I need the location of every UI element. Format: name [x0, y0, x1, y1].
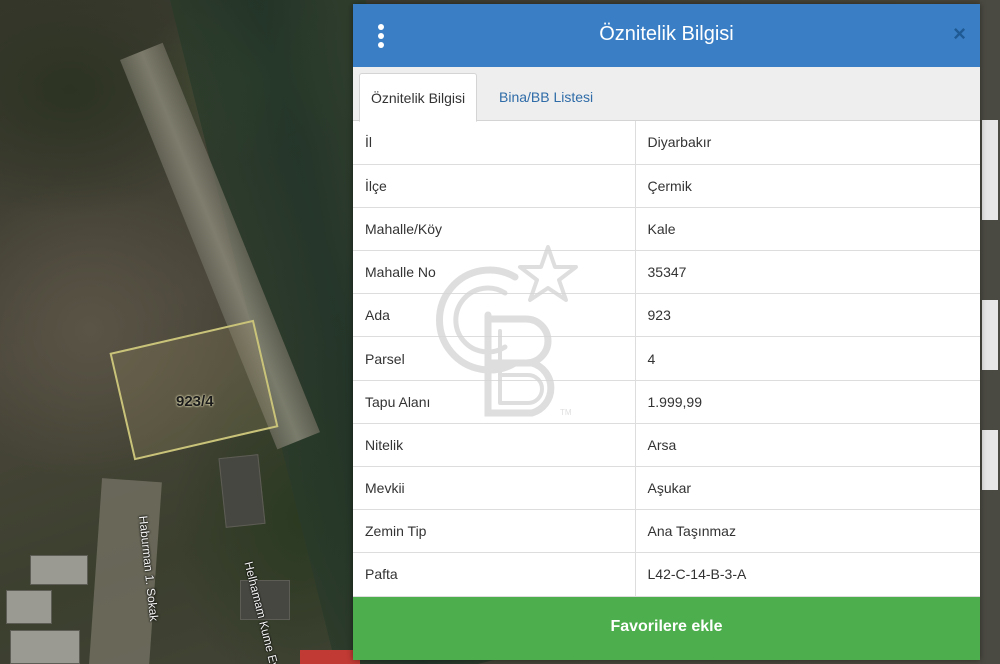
attribute-value: 4 — [635, 336, 980, 381]
attribute-value: 35347 — [635, 250, 980, 295]
add-to-favorites-button[interactable]: Favorilere ekle — [353, 597, 980, 660]
attribute-value: Arsa — [635, 423, 980, 468]
attribute-value: Aşukar — [635, 466, 980, 511]
attribute-key: Parsel — [353, 336, 636, 381]
attribute-value: Kale — [635, 207, 980, 252]
table-row: Nitelik Arsa — [353, 423, 980, 468]
attribute-key: İl — [353, 121, 636, 165]
map-building — [218, 454, 266, 528]
table-row: Mahalle No 35347 — [353, 250, 980, 295]
attribute-value: Ana Taşınmaz — [635, 509, 980, 554]
map-building — [10, 630, 80, 664]
attribute-key: Mahalle No — [353, 250, 636, 295]
attribute-key: Tapu Alanı — [353, 380, 636, 424]
attribute-value: 1.999,99 — [635, 380, 980, 424]
attribute-key: Zemin Tip — [353, 509, 636, 554]
table-row: Tapu Alanı 1.999,99 — [353, 380, 980, 424]
attribute-key: Nitelik — [353, 423, 636, 468]
tab-building-list[interactable]: Bina/BB Listesi — [488, 73, 604, 121]
table-row: Ada 923 — [353, 293, 980, 338]
tab-attribute-info[interactable]: Öznitelik Bilgisi — [359, 73, 478, 122]
tab-bar: Öznitelik Bilgisi Bina/BB Listesi — [353, 67, 980, 122]
parcel-outline[interactable] — [109, 319, 279, 461]
attribute-key: Ada — [353, 293, 636, 338]
attribute-key: İlçe — [353, 164, 636, 208]
map-red-marker — [300, 650, 360, 664]
attribute-key: Pafta — [353, 552, 636, 597]
table-row: Parsel 4 — [353, 336, 980, 381]
dialog-header: Öznitelik Bilgisi × — [353, 4, 980, 67]
attribute-value: L42-C-14-B-3-A — [635, 552, 980, 597]
attribute-key: Mahalle/Köy — [353, 207, 636, 252]
attribute-value: Diyarbakır — [635, 121, 980, 165]
parcel-label: 923/4 — [176, 393, 214, 410]
table-row: İlçe Çermik — [353, 164, 980, 208]
attribute-value: 923 — [635, 293, 980, 338]
attribute-key: Mevkii — [353, 466, 636, 511]
table-row: Pafta L42-C-14-B-3-A — [353, 552, 980, 597]
table-row: İl Diyarbakır — [353, 121, 980, 165]
table-row: Mahalle/Köy Kale — [353, 207, 980, 252]
close-icon[interactable]: × — [953, 23, 966, 45]
attribute-table: İl Diyarbakır İlçe Çermik Mahalle/Köy Kale … — [353, 121, 980, 597]
table-row: Mevkii Aşukar — [353, 466, 980, 511]
map-building — [6, 590, 52, 624]
table-row: Zemin Tip Ana Taşınmaz — [353, 509, 980, 554]
attribute-value: Çermik — [635, 164, 980, 208]
map-building — [30, 555, 88, 585]
attribute-info-dialog: Öznitelik Bilgisi × Öznitelik Bilgisi Bi… — [353, 4, 980, 660]
dialog-title: Öznitelik Bilgisi — [599, 23, 734, 45]
map-right-strip — [980, 0, 1000, 664]
